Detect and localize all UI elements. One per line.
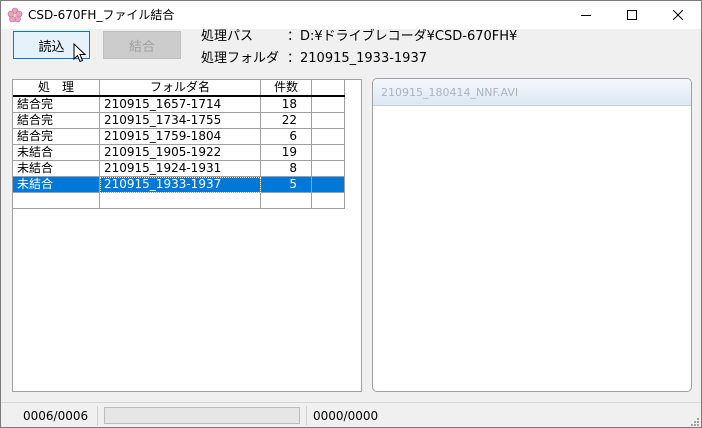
count-cell: [260, 192, 312, 209]
status-cell: [13, 192, 100, 209]
folder-value: ：210915_1933-1937: [287, 51, 427, 66]
table-header-row: 処 理 フォルダ名 件数: [13, 80, 345, 97]
close-button[interactable]: [655, 1, 701, 29]
table-row-selected[interactable]: 未結合 210915_1933-1937 5: [13, 176, 345, 193]
count-cell: 6: [260, 128, 312, 145]
count-cell: 19: [260, 144, 312, 161]
count-cell: 8: [260, 160, 312, 177]
extra-cell: [311, 192, 345, 209]
window-title: CSD-670FH_ファイル結合: [28, 8, 175, 22]
folder-cell: 210915_1905-1922: [99, 144, 261, 161]
count-cell: 22: [260, 112, 312, 129]
combine-button-label: 結合: [128, 39, 155, 55]
flower-app-icon: [7, 7, 23, 23]
mouse-pointer-icon: [73, 43, 87, 63]
folder-table: 処 理 フォルダ名 件数 結合完 210915_1657-1714 18 結合完…: [13, 80, 345, 209]
folder-progress-count: 0006/0006: [23, 409, 89, 423]
extra-cell: [311, 144, 345, 161]
folder-label: 処理フォルダ: [201, 51, 280, 66]
folder-cell: 210915_1924-1931: [99, 160, 261, 177]
status-separator: [97, 406, 98, 426]
folder-cell: 210915_1657-1714: [99, 96, 261, 113]
status-cell: 未結合: [13, 144, 100, 161]
status-cell: 結合完: [13, 128, 100, 145]
column-header-count[interactable]: 件数: [260, 80, 312, 97]
folder-grid[interactable]: 処 理 フォルダ名 件数 結合完 210915_1657-1714 18 結合完…: [12, 79, 362, 392]
count-cell: 5: [260, 176, 312, 193]
file-name: 210915_180414_NNF.AVI: [381, 86, 519, 99]
maximize-button[interactable]: [609, 1, 655, 29]
folder-cell: [99, 192, 261, 209]
close-icon: [673, 10, 683, 20]
status-bar: 0006/0006 0000/0000: [1, 402, 701, 427]
column-header-status[interactable]: 処 理: [13, 80, 100, 97]
column-header-folder[interactable]: フォルダ名: [99, 80, 261, 97]
minimize-icon: [581, 15, 591, 16]
file-progress-count: 0000/0000: [313, 409, 379, 423]
extra-cell: [311, 160, 345, 177]
table-row[interactable]: 未結合 210915_1905-1922 19: [13, 144, 345, 161]
table-row[interactable]: 未結合 210915_1924-1931 8: [13, 160, 345, 177]
main-window: CSD-670FH_ファイル結合 読込 結合 処理パス ：D:¥ドライブレコーダ…: [0, 0, 702, 428]
file-list-item[interactable]: 210915_180414_NNF.AVI: [373, 79, 691, 106]
minimize-button[interactable]: [563, 1, 609, 29]
maximize-icon: [627, 10, 637, 20]
folder-cell: 210915_1933-1937: [99, 176, 261, 193]
folder-cell: 210915_1759-1804: [99, 128, 261, 145]
table-row[interactable]: 結合完 210915_1759-1804 6: [13, 128, 345, 145]
status-cell: 結合完: [13, 112, 100, 129]
path-value: ：D:¥ドライブレコーダ¥CSD-670FH¥: [287, 29, 518, 44]
status-cell: 未結合: [13, 160, 100, 177]
read-button-label: 読込: [38, 39, 65, 55]
extra-cell: [311, 96, 345, 113]
status-cell: 結合完: [13, 96, 100, 113]
progress-bar: [104, 407, 300, 424]
count-cell: 18: [260, 96, 312, 113]
extra-cell: [311, 128, 345, 145]
resize-grip-icon[interactable]: [689, 416, 699, 426]
title-bar[interactable]: CSD-670FH_ファイル結合: [1, 1, 701, 29]
file-list-panel[interactable]: 210915_180414_NNF.AVI: [372, 78, 692, 392]
status-cell: 未結合: [13, 176, 100, 193]
status-separator: [306, 406, 307, 426]
table-row-empty[interactable]: [13, 192, 345, 209]
extra-cell: [311, 176, 345, 193]
column-header-extra[interactable]: [311, 80, 345, 97]
combine-button[interactable]: 結合: [103, 31, 181, 59]
path-label: 処理パス: [201, 29, 254, 44]
table-row[interactable]: 結合完 210915_1734-1755 22: [13, 112, 345, 129]
folder-cell: 210915_1734-1755: [99, 112, 261, 129]
table-row[interactable]: 結合完 210915_1657-1714 18: [13, 96, 345, 113]
extra-cell: [311, 112, 345, 129]
